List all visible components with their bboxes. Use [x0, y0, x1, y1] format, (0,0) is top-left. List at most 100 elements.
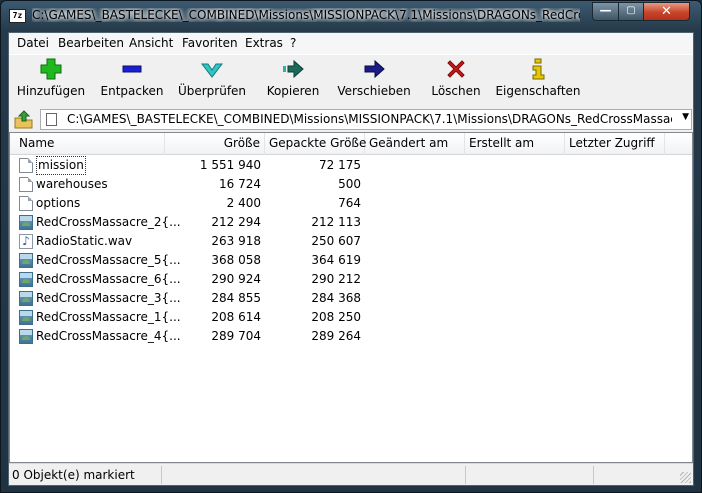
file-size: 263 918 — [211, 234, 261, 248]
table-row[interactable]: RedCrossMassacre_1{... 208 614 208 250 — [10, 308, 692, 327]
status-text: 0 Objekt(e) markiert — [12, 468, 135, 482]
file-name: RedCrossMassacre_3{... — [36, 291, 181, 305]
address-bar: C:\GAMES\_BASTELECKE\_COMBINED\Missions\… — [9, 107, 693, 132]
file-name: RadioStatic.wav — [36, 234, 133, 248]
table-row[interactable]: mission 1 551 940 72 175 — [10, 156, 692, 175]
file-name: RedCrossMassacre_6{... — [36, 272, 181, 286]
copy-button[interactable]: Kopieren — [261, 57, 325, 98]
file-name: RedCrossMassacre_2{... — [36, 215, 181, 229]
file-name: RedCrossMassacre_4{... — [36, 329, 181, 343]
close-button[interactable]: ✕ — [643, 2, 690, 21]
extract-button[interactable]: Entpacken — [97, 57, 167, 98]
file-name: warehouses — [36, 177, 108, 191]
address-dropdown-icon[interactable]: ▼ — [682, 112, 689, 122]
status-divider — [593, 466, 594, 484]
file-packed-size: 500 — [338, 177, 361, 191]
audio-icon: ♪ — [19, 234, 33, 249]
resize-grip[interactable] — [680, 472, 691, 483]
table-row[interactable]: RedCrossMassacre_2{... 212 294 212 113 — [10, 213, 692, 232]
column-accessed[interactable]: Letzter Zugriff — [565, 133, 665, 155]
properties-button[interactable]: Eigenschaften — [495, 57, 581, 98]
column-modified[interactable]: Geändert am — [365, 133, 465, 155]
file-packed-size: 290 212 — [311, 272, 361, 286]
menu-help[interactable]: ? — [290, 36, 296, 50]
copy-button-label: Kopieren — [266, 84, 320, 98]
file-packed-size: 208 250 — [311, 310, 361, 324]
test-button-label: Überprüfen — [177, 84, 247, 98]
file-icon — [19, 177, 33, 192]
image-icon — [19, 310, 33, 325]
window-title: C:\GAMES\_BASTELECKE\_COMBINED\Missions\… — [32, 8, 580, 22]
delete-button-label: Löschen — [431, 84, 481, 98]
archive-file-icon — [46, 113, 57, 126]
file-packed-size: 250 607 — [311, 234, 361, 248]
menu-extras[interactable]: Extras — [245, 36, 283, 50]
move-button[interactable]: Verschieben — [334, 57, 414, 98]
list-header: Name Größe Gepackte Größe Geändert am Er… — [10, 133, 692, 155]
file-size: 1 551 940 — [199, 158, 261, 172]
column-packed-size[interactable]: Gepackte Größe — [265, 133, 366, 155]
file-packed-size: 764 — [338, 196, 361, 210]
table-row[interactable]: RedCrossMassacre_3{... 284 855 284 368 — [10, 289, 692, 308]
file-size: 212 294 — [211, 215, 261, 229]
app-icon[interactable]: 7z — [9, 9, 26, 23]
file-size: 208 614 — [211, 310, 261, 324]
file-packed-size: 212 113 — [311, 215, 361, 229]
image-icon — [19, 215, 33, 230]
menu-favoriten[interactable]: Favoriten — [182, 36, 238, 50]
file-size: 290 924 — [211, 272, 261, 286]
file-packed-size: 72 175 — [319, 158, 361, 172]
menu-ansicht[interactable]: Ansicht — [129, 36, 173, 50]
file-size: 2 400 — [226, 196, 261, 210]
table-row[interactable]: warehouses 16 724 500 — [10, 175, 692, 194]
folder-up-button[interactable] — [14, 110, 34, 129]
maximize-button[interactable]: ▢ — [618, 2, 644, 21]
file-size: 16 724 — [219, 177, 261, 191]
table-row[interactable]: RedCrossMassacre_5{... 368 058 364 619 — [10, 251, 692, 270]
file-icon — [19, 196, 33, 211]
file-packed-size: 289 264 — [311, 329, 361, 343]
status-bar: 0 Objekt(e) markiert — [9, 463, 693, 485]
file-name: RedCrossMassacre_5{... — [36, 253, 181, 267]
minimize-button[interactable]: — — [592, 2, 619, 21]
menu-datei[interactable]: Datei — [17, 36, 49, 50]
properties-button-label: Eigenschaften — [495, 84, 581, 98]
extract-button-label: Entpacken — [100, 84, 164, 98]
client-area: Datei Bearbeiten Ansicht Favoriten Extra… — [8, 32, 694, 486]
address-path[interactable]: C:\GAMES\_BASTELECKE\_COMBINED\Missions\… — [67, 112, 672, 126]
image-icon — [19, 253, 33, 268]
check-chevron-icon — [200, 57, 224, 81]
info-icon — [526, 57, 550, 81]
file-packed-size: 364 619 — [311, 253, 361, 267]
column-name[interactable]: Name — [10, 133, 165, 155]
file-name: mission — [36, 156, 86, 175]
table-row[interactable]: RedCrossMassacre_4{... 289 704 289 264 — [10, 327, 692, 346]
add-button[interactable]: Hinzufügen — [15, 57, 87, 98]
delete-x-icon — [444, 57, 468, 81]
test-button[interactable]: Überprüfen — [176, 57, 248, 98]
minus-icon — [120, 57, 144, 81]
table-row[interactable]: ♪ RadioStatic.wav 263 918 250 607 — [10, 232, 692, 251]
column-size[interactable]: Größe — [165, 133, 265, 155]
address-field[interactable]: C:\GAMES\_BASTELECKE\_COMBINED\Missions\… — [40, 109, 692, 130]
title-bar[interactable]: 7z C:\GAMES\_BASTELECKE\_COMBINED\Missio… — [1, 1, 701, 31]
copy-arrow-icon — [281, 57, 305, 81]
status-divider — [465, 466, 466, 484]
file-size: 289 704 — [211, 329, 261, 343]
app-window: 7z C:\GAMES\_BASTELECKE\_COMBINED\Missio… — [0, 0, 702, 493]
toolbar: Hinzufügen Entpacken Überprüfen Kopieren — [9, 54, 693, 104]
move-arrow-icon — [362, 57, 386, 81]
menu-bearbeiten[interactable]: Bearbeiten — [58, 36, 124, 50]
menu-bar: Datei Bearbeiten Ansicht Favoriten Extra… — [9, 33, 693, 54]
move-button-label: Verschieben — [337, 84, 411, 98]
column-created[interactable]: Erstellt am — [465, 133, 565, 155]
image-icon — [19, 291, 33, 306]
file-name: options — [36, 196, 81, 210]
table-row[interactable]: RedCrossMassacre_6{... 290 924 290 212 — [10, 270, 692, 289]
delete-button[interactable]: Löschen — [426, 57, 486, 98]
image-icon — [19, 329, 33, 344]
image-icon — [19, 272, 33, 287]
folder-up-icon — [14, 110, 33, 129]
table-row[interactable]: options 2 400 764 — [10, 194, 692, 213]
file-list[interactable]: Name Größe Gepackte Größe Geändert am Er… — [9, 132, 693, 463]
